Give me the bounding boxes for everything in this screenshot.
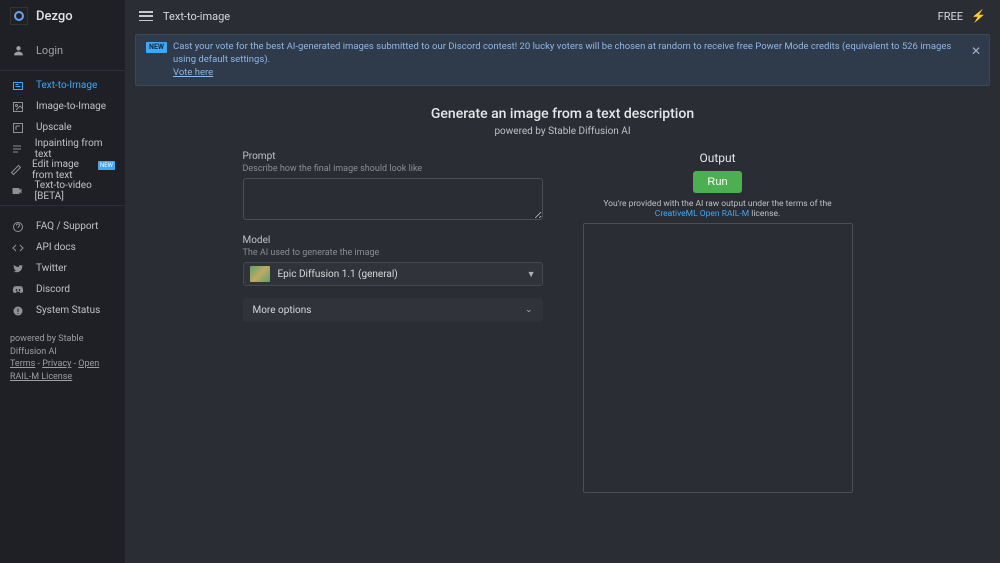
- sidebar-item-label: Inpainting from text: [35, 138, 115, 160]
- sidebar-item-label: Text-to-video [BETA]: [34, 180, 115, 202]
- sidebar-item-faq[interactable]: FAQ / Support: [0, 216, 125, 237]
- brand-name: Dezgo: [36, 9, 73, 24]
- close-icon[interactable]: ✕: [971, 43, 981, 59]
- bolt-icon[interactable]: ⚡: [971, 9, 986, 23]
- app-logo: [10, 7, 28, 25]
- topbar: Text-to-image FREE ⚡: [125, 0, 1000, 32]
- run-button[interactable]: Run: [693, 171, 741, 193]
- login-button[interactable]: Login: [0, 36, 125, 64]
- login-label: Login: [36, 44, 63, 57]
- help-icon: [10, 219, 26, 235]
- video-icon: [10, 183, 24, 199]
- sidebar-item-twitter[interactable]: Twitter: [0, 258, 125, 279]
- output-title: Output: [699, 151, 735, 165]
- sidebar-item-edit-image[interactable]: Edit image from text NEW: [0, 159, 125, 180]
- banner-text: Cast your vote for the best AI-generated…: [173, 41, 951, 65]
- chevron-down-icon: ▼: [527, 269, 536, 280]
- footer-powered: powered by Stable Diffusion AI: [10, 333, 115, 358]
- output-canvas: [583, 223, 853, 493]
- chevron-down-icon: ⌄: [525, 305, 533, 315]
- twitter-icon: [10, 261, 26, 277]
- sidebar-item-label: Upscale: [36, 122, 72, 133]
- new-badge: NEW: [98, 161, 115, 170]
- sidebar-item-status[interactable]: System Status: [0, 300, 125, 321]
- footer-privacy-link[interactable]: Privacy: [42, 359, 71, 369]
- text-image-icon: [10, 78, 26, 94]
- sidebar-item-text-to-image[interactable]: Text-to-Image: [0, 75, 125, 96]
- prompt-label: Prompt: [243, 151, 543, 162]
- plan-label[interactable]: FREE: [938, 10, 963, 23]
- sidebar-item-label: API docs: [36, 242, 76, 253]
- subhead: powered by Stable Diffusion AI: [243, 126, 883, 137]
- sidebar-item-upscale[interactable]: Upscale: [0, 117, 125, 138]
- prompt-input[interactable]: [243, 178, 543, 220]
- model-selected: Epic Diffusion 1.1 (general): [278, 269, 527, 280]
- sidebar-item-label: System Status: [36, 305, 100, 316]
- license-link[interactable]: CreativeML Open RAIL-M: [655, 209, 749, 219]
- sidebar-item-label: Twitter: [36, 263, 67, 274]
- sidebar-item-label: Edit image from text: [32, 159, 96, 181]
- sidebar-item-label: Discord: [36, 284, 70, 295]
- banner-link[interactable]: Vote here: [173, 67, 213, 78]
- discord-icon: [10, 282, 26, 298]
- brand-row: Dezgo: [0, 0, 125, 32]
- headline: Generate an image from a text descriptio…: [243, 106, 883, 122]
- sidebar-footer: powered by Stable Diffusion AI Terms - P…: [0, 325, 125, 391]
- status-icon: [10, 303, 26, 319]
- banner-tag: NEW: [146, 42, 167, 53]
- edit-icon: [10, 162, 22, 178]
- sidebar-item-discord[interactable]: Discord: [0, 279, 125, 300]
- upscale-icon: [10, 120, 26, 136]
- sidebar-item-label: Image-to-Image: [36, 101, 106, 112]
- sidebar-item-inpainting[interactable]: Inpainting from text: [0, 138, 125, 159]
- output-license: You're provided with the AI raw output u…: [583, 199, 853, 219]
- model-label: Model: [243, 235, 543, 246]
- sidebar-item-label: FAQ / Support: [36, 221, 98, 232]
- menu-icon[interactable]: [139, 11, 153, 21]
- user-icon: [10, 42, 26, 58]
- announce-banner: NEW Cast your vote for the best AI-gener…: [135, 34, 990, 86]
- more-options-toggle[interactable]: More options ⌄: [243, 298, 543, 322]
- sidebar-item-text-to-video[interactable]: Text-to-video [BETA]: [0, 180, 125, 201]
- inpainting-icon: [10, 141, 25, 157]
- image-image-icon: [10, 99, 26, 115]
- sidebar-item-label: Text-to-Image: [36, 80, 97, 91]
- model-thumb: [250, 266, 270, 282]
- more-options-label: More options: [253, 305, 312, 316]
- model-desc: The AI used to generate the image: [243, 248, 543, 258]
- sidebar-item-api[interactable]: API docs: [0, 237, 125, 258]
- sidebar-item-image-to-image[interactable]: Image-to-Image: [0, 96, 125, 117]
- code-icon: [10, 240, 26, 256]
- prompt-desc: Describe how the final image should look…: [243, 164, 543, 174]
- model-select[interactable]: Epic Diffusion 1.1 (general) ▼: [243, 262, 543, 286]
- page-title: Text-to-image: [163, 10, 230, 23]
- footer-terms-link[interactable]: Terms: [10, 359, 35, 369]
